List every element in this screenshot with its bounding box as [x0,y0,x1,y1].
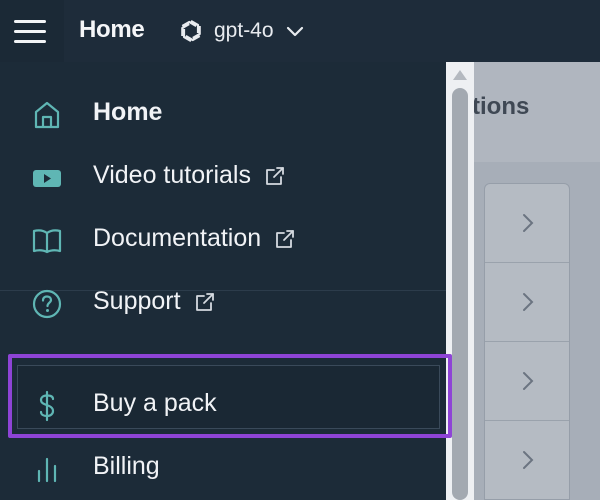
nav-label-documentation: Documentation [93,224,262,252]
model-name: gpt-4o [214,19,274,42]
nav-label-buy-a-pack: Buy a pack [93,389,217,417]
external-link-icon [195,292,214,311]
nav-label-support: Support [93,287,181,315]
nav-item-billing[interactable]: Billing [0,440,446,496]
model-selector[interactable]: gpt-4o [176,14,306,48]
background-page-title: tions [472,93,530,120]
nav-item-buy-a-pack[interactable]: Buy a pack [0,377,446,433]
external-link-icon [266,166,284,185]
nav-label-home: Home [93,98,163,126]
nav-item-video-tutorials[interactable]: Video tutorials [0,149,446,205]
question-circle-icon [32,289,62,319]
scrollbar-thumb[interactable] [452,88,468,500]
chevron-right-icon [523,293,534,311]
background-row-divider [485,420,569,421]
nav-label-billing: Billing [93,452,160,480]
nav-item-support[interactable]: Support [0,275,446,331]
chevron-right-icon [523,451,534,469]
dollar-icon [39,390,55,422]
nav-label-video-tutorials: Video tutorials [93,161,251,189]
chevron-right-icon [523,214,534,232]
page-title: Home [79,16,145,43]
home-icon [34,101,60,129]
nav-item-home[interactable]: Home [0,86,446,142]
scroll-up-arrow-icon[interactable] [453,70,467,80]
book-icon [32,229,62,254]
video-icon [33,170,61,187]
background-row-divider [485,262,569,263]
nav-item-documentation[interactable]: Documentation [0,212,446,268]
chevron-right-icon [523,372,534,390]
chevron-down-icon [286,26,303,37]
hamburger-icon[interactable] [12,17,50,45]
openai-logo-icon [181,20,201,42]
background-row-divider [485,341,569,342]
external-link-icon [276,229,295,248]
bar-chart-icon [37,457,57,483]
